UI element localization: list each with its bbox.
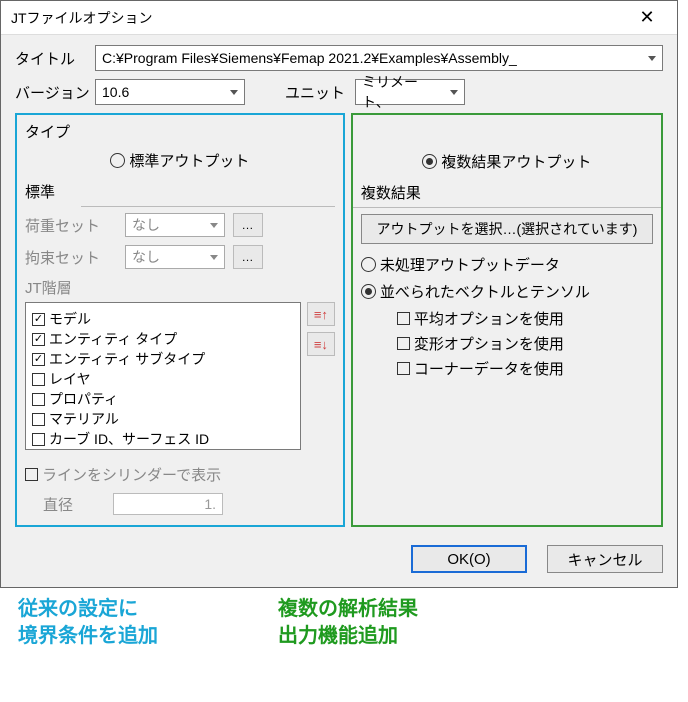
checkbox-icon[interactable] bbox=[32, 393, 45, 406]
multi-header: 複数結果 bbox=[361, 182, 653, 203]
deform-checkbox[interactable] bbox=[397, 337, 410, 350]
unit-select[interactable]: ミリメート、 bbox=[355, 79, 465, 105]
constraint-set-select[interactable]: なし bbox=[125, 245, 225, 269]
tree-item: モデル bbox=[32, 309, 294, 329]
select-output-button[interactable]: アウトプットを選択…(選択されています) bbox=[361, 214, 653, 244]
tree-item: カーブ ID、サーフェス ID bbox=[32, 429, 294, 449]
radio-vectors-tensors[interactable] bbox=[361, 284, 376, 299]
constraint-set-label: 拘束セット bbox=[25, 247, 125, 268]
jt-file-options-dialog: JTファイルオプション ✕ タイトル C:¥Program Files¥Siem… bbox=[0, 0, 678, 588]
title-select[interactable]: C:¥Program Files¥Siemens¥Femap 2021.2¥Ex… bbox=[95, 45, 663, 71]
standard-header: 標準 bbox=[25, 181, 335, 202]
version-label: バージョン bbox=[15, 82, 95, 103]
close-icon[interactable]: ✕ bbox=[627, 7, 667, 28]
checkbox-icon[interactable] bbox=[32, 313, 45, 326]
constraint-set-more-button[interactable]: … bbox=[233, 245, 263, 269]
checkbox-icon[interactable] bbox=[32, 373, 45, 386]
checkbox-icon[interactable] bbox=[32, 333, 45, 346]
titlebar: JTファイルオプション ✕ bbox=[1, 1, 677, 35]
cancel-button[interactable]: キャンセル bbox=[547, 545, 663, 573]
load-set-select[interactable]: なし bbox=[125, 213, 225, 237]
unit-label: ユニット bbox=[285, 82, 345, 103]
type-header: タイプ bbox=[25, 121, 335, 142]
avg-checkbox[interactable] bbox=[397, 312, 410, 325]
checkbox-icon[interactable] bbox=[32, 413, 45, 426]
corner-checkbox[interactable] bbox=[397, 362, 410, 375]
checkbox-icon[interactable] bbox=[32, 353, 45, 366]
radio-standard-output[interactable] bbox=[110, 153, 125, 168]
jt-hierarchy-tree[interactable]: モデル エンティティ タイプ エンティティ サブタイプ レイヤ プロパティ マテ… bbox=[25, 302, 301, 450]
tree-item: レイヤ bbox=[32, 369, 294, 389]
multi-result-panel: 複数結果アウトプット 複数結果 アウトプットを選択…(選択されています) 未処理… bbox=[351, 113, 663, 527]
standard-output-panel: タイプ 標準アウトプット 標準 荷重セット なし … 拘束セット なし … JT bbox=[15, 113, 345, 527]
cylinder-checkbox[interactable] bbox=[25, 468, 38, 481]
title-label: タイトル bbox=[15, 48, 95, 69]
ok-button[interactable]: OK(O) bbox=[411, 545, 527, 573]
load-set-more-button[interactable]: … bbox=[233, 213, 263, 237]
checkbox-icon[interactable] bbox=[32, 433, 45, 446]
move-up-button[interactable]: ≡↑ bbox=[307, 302, 335, 326]
left-caption: 従来の設定に 境界条件を追加 bbox=[18, 596, 278, 650]
radio-raw-output[interactable] bbox=[361, 257, 376, 272]
jt-hierarchy-label: JT階層 bbox=[25, 277, 335, 298]
dialog-title: JTファイルオプション bbox=[11, 8, 153, 28]
tree-item: マテリアル bbox=[32, 409, 294, 429]
diameter-input[interactable]: 1. bbox=[113, 493, 223, 515]
right-caption: 複数の解析結果 出力機能追加 bbox=[278, 596, 418, 650]
load-set-label: 荷重セット bbox=[25, 215, 125, 236]
radio-multi-output[interactable] bbox=[422, 154, 437, 169]
move-down-button[interactable]: ≡↓ bbox=[307, 332, 335, 356]
version-select[interactable]: 10.6 bbox=[95, 79, 245, 105]
diameter-label: 直径 bbox=[43, 494, 73, 515]
tree-item: エンティティ タイプ bbox=[32, 329, 294, 349]
tree-item: エンティティ サブタイプ bbox=[32, 349, 294, 369]
tree-item: プロパティ bbox=[32, 389, 294, 409]
annotation-captions: 従来の設定に 境界条件を追加 複数の解析結果 出力機能追加 bbox=[0, 588, 688, 668]
